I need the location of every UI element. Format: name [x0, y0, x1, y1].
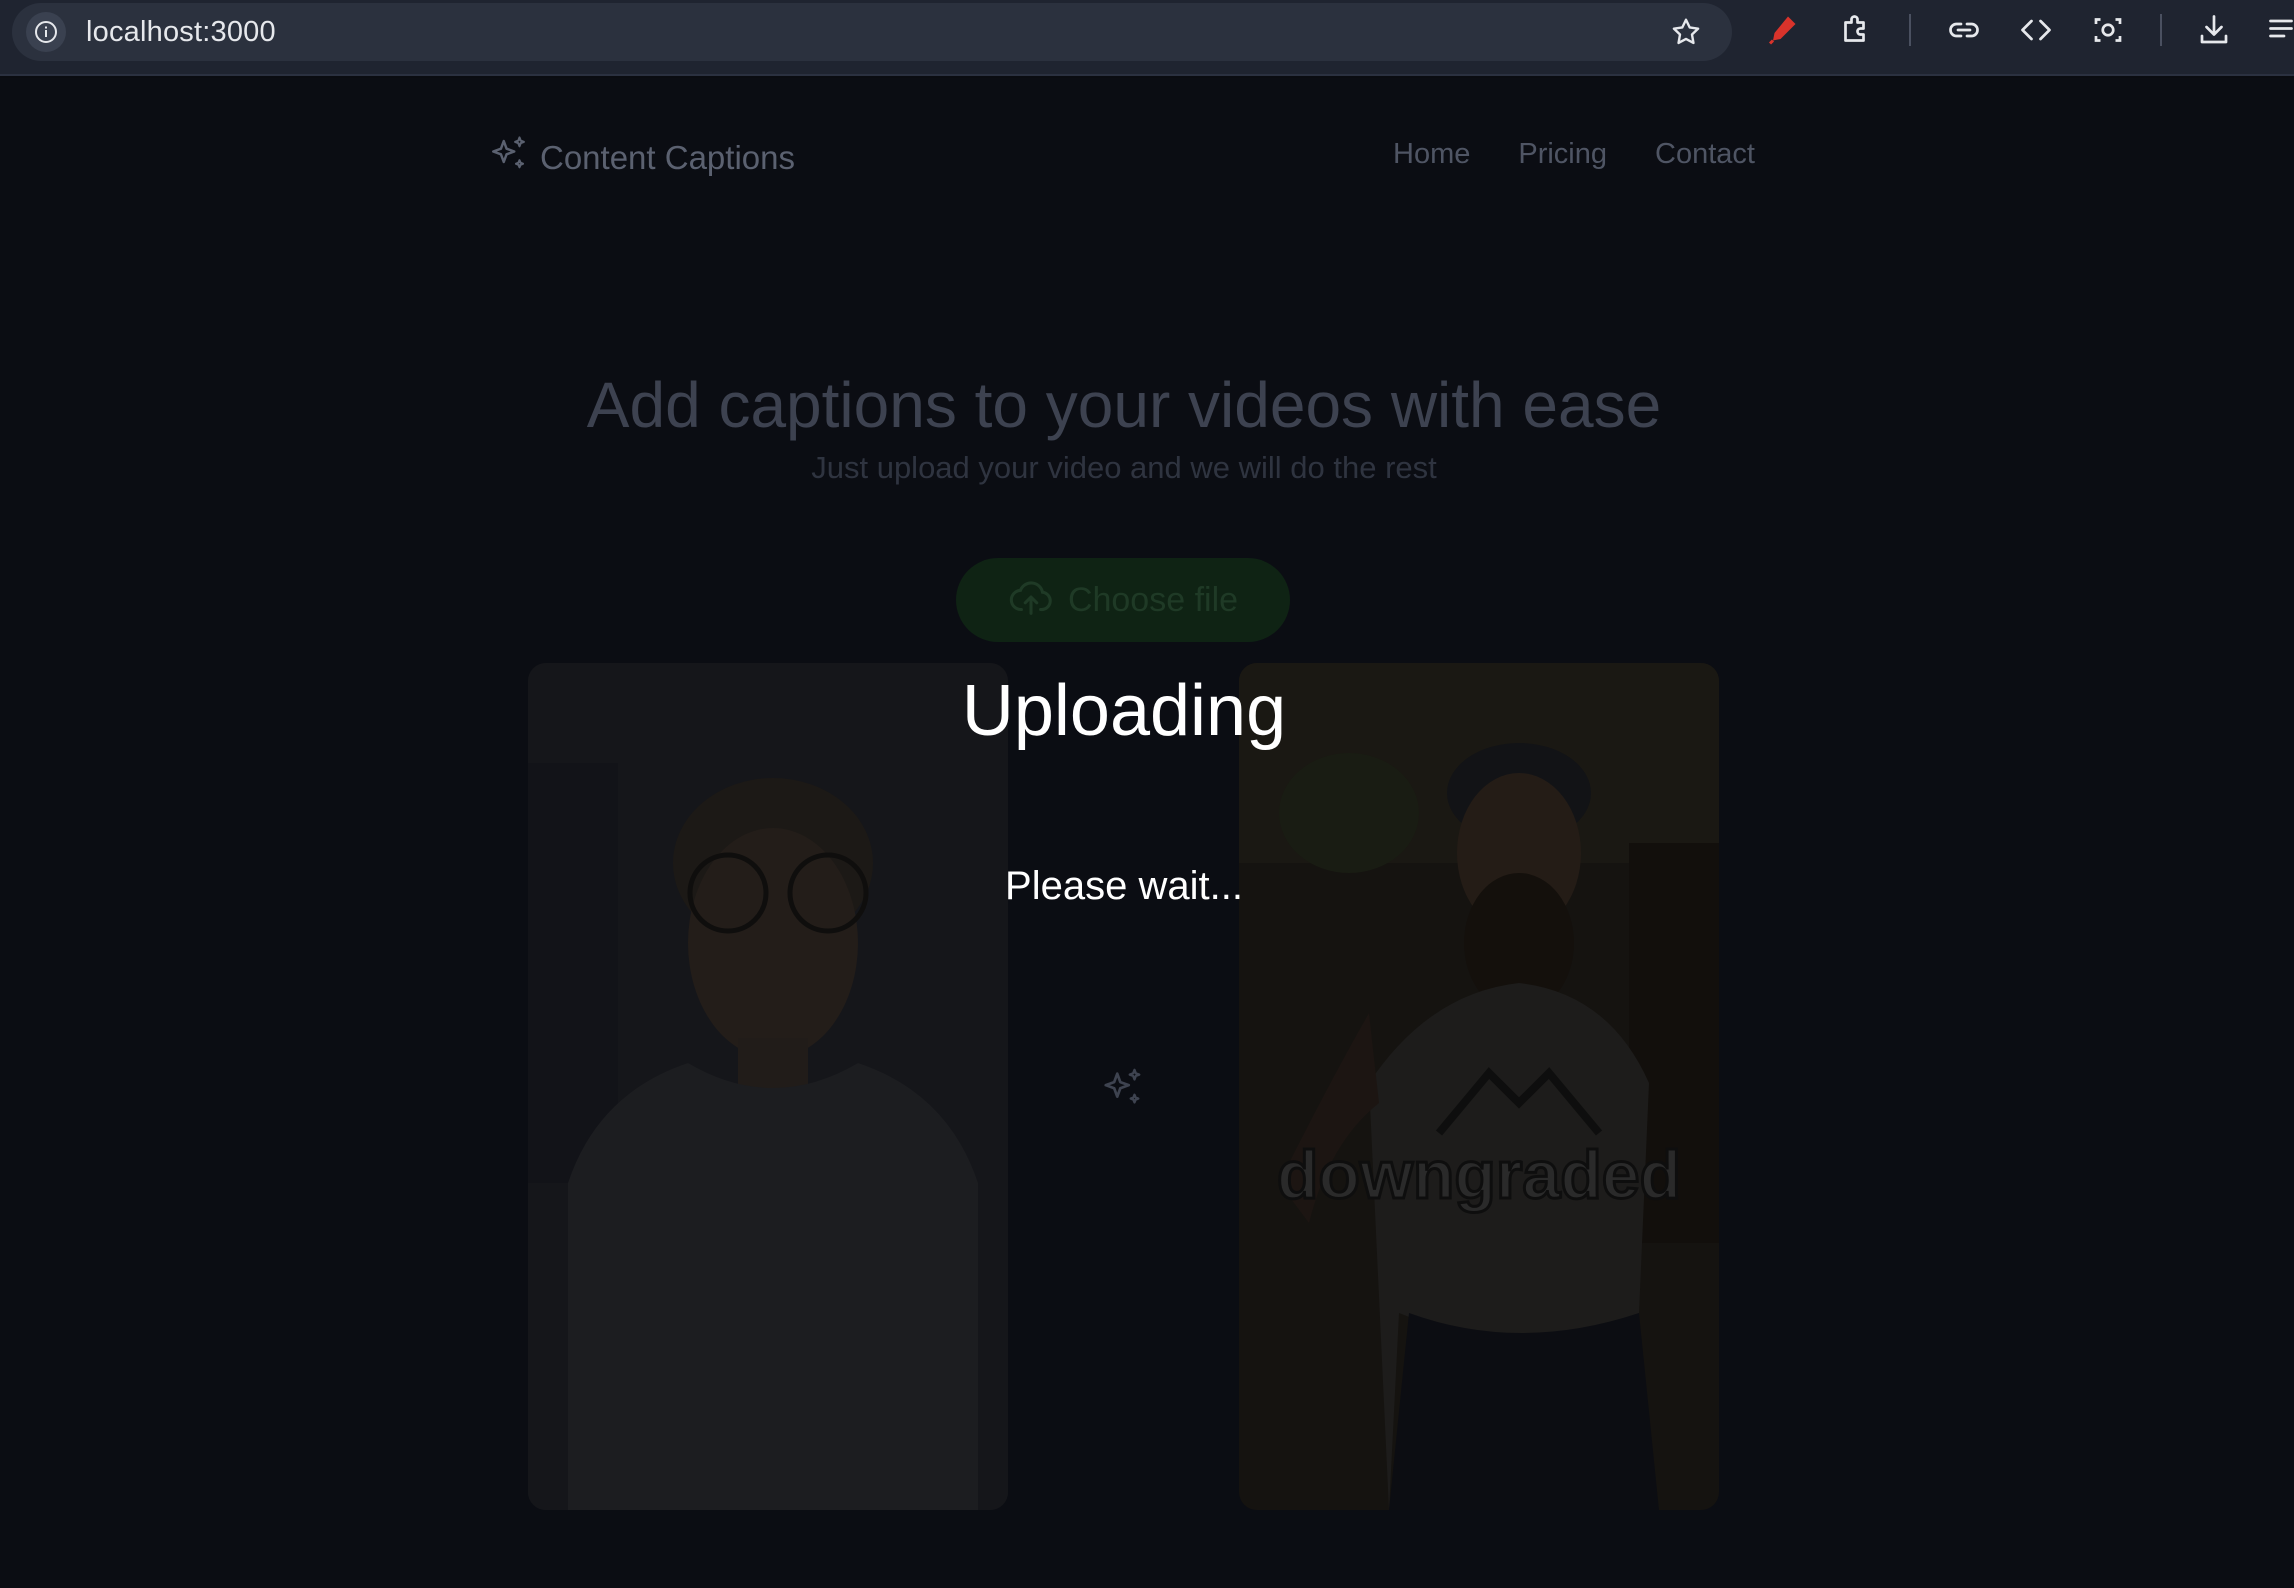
- link-icon[interactable]: [1946, 12, 1982, 48]
- upload-overlay: [0, 78, 2294, 1588]
- reading-list-icon[interactable]: [2266, 12, 2294, 48]
- browser-toolbar: localhost:3000: [0, 0, 2294, 76]
- toolbar-divider: [2160, 14, 2162, 46]
- extensions-icon[interactable]: [1838, 12, 1874, 48]
- download-icon[interactable]: [2196, 12, 2232, 48]
- upload-title: Uploading: [961, 671, 1287, 751]
- screenshot-icon[interactable]: [2090, 12, 2126, 48]
- info-icon[interactable]: [26, 12, 66, 52]
- code-icon[interactable]: [2018, 12, 2054, 48]
- star-icon[interactable]: [1670, 16, 1702, 48]
- url-text[interactable]: localhost:3000: [86, 16, 276, 49]
- toolbar-divider: [1909, 14, 1911, 46]
- upload-subtitle: Please wait...: [1005, 864, 1243, 908]
- marker-icon[interactable]: [1764, 12, 1800, 48]
- address-bar[interactable]: localhost:3000: [12, 3, 1732, 61]
